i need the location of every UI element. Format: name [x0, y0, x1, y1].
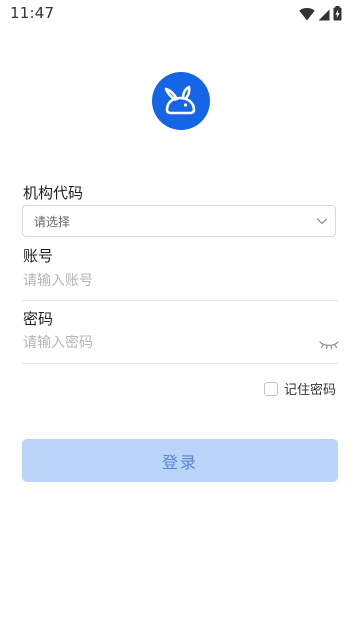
- remember-password-option[interactable]: 记住密码: [264, 379, 336, 398]
- password-input[interactable]: [23, 331, 319, 355]
- status-time: 11:47: [10, 4, 55, 22]
- chevron-down-icon: [316, 218, 328, 225]
- password-visibility-toggle[interactable]: [318, 336, 340, 350]
- remember-password-checkbox[interactable]: [264, 381, 278, 396]
- wifi-icon: [299, 8, 315, 21]
- login-button[interactable]: 登录: [22, 439, 338, 482]
- account-label: 账号: [23, 247, 54, 265]
- account-input[interactable]: [23, 269, 319, 293]
- org-code-selected-value: 请选择: [34, 215, 71, 229]
- remember-password-label: 记住密码: [284, 383, 337, 398]
- status-icons: [299, 5, 342, 21]
- battery-charging-icon: [333, 6, 342, 21]
- rabbit-logo-icon: [164, 85, 196, 115]
- cellular-signal-icon: [318, 9, 330, 21]
- status-bar: 11:47: [0, 0, 360, 26]
- account-divider: [22, 300, 338, 301]
- app-logo: [152, 72, 210, 130]
- eye-closed-icon: [319, 341, 339, 350]
- org-code-select[interactable]: 请选择: [22, 205, 336, 237]
- password-label: 密码: [23, 310, 54, 328]
- password-divider: [22, 363, 338, 364]
- org-code-label: 机构代码: [23, 184, 84, 202]
